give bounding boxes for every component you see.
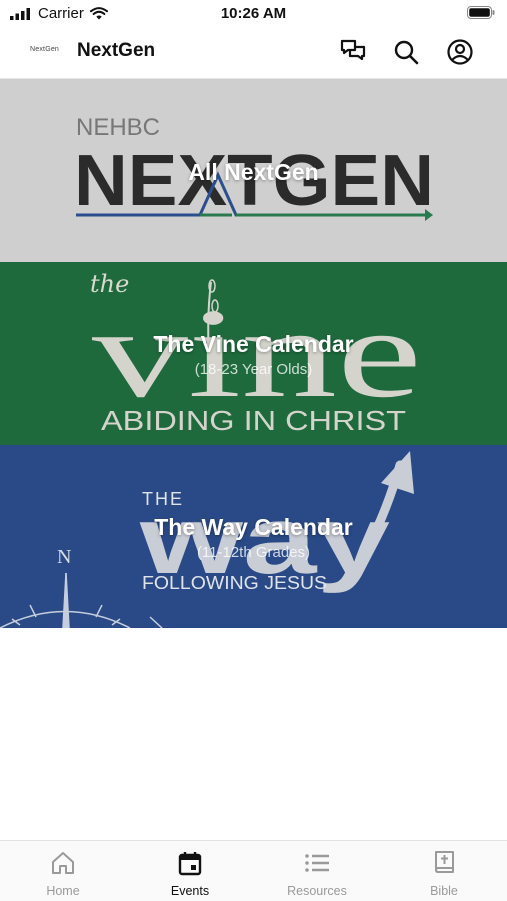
app-logo: NextGen [30, 46, 60, 53]
page-title: NextGen [77, 40, 156, 61]
banner-subtitle: (18-23 Year Olds) [194, 361, 313, 378]
banner-overlay: All NextGen [0, 79, 507, 262]
tab-resources[interactable]: Resources [254, 841, 380, 901]
account-icon [447, 39, 473, 65]
banner-title: The Vine Calendar [153, 331, 354, 357]
tab-events[interactable]: Events [127, 841, 253, 901]
tab-events-label: Events [170, 884, 210, 898]
tab-resources-label: Resources [287, 884, 347, 898]
vine-calendar-banner[interactable]: the vine ABIDING IN CHRIST The Vine Cale… [0, 262, 507, 445]
search-button[interactable] [390, 36, 422, 68]
status-right [467, 6, 495, 24]
tab-bar: Home Events Resources Bible [0, 840, 507, 901]
home-icon [52, 852, 74, 874]
list-icon [305, 854, 329, 872]
tab-bible[interactable]: Bible [381, 841, 507, 901]
status-time: 10:26 AM [220, 5, 287, 22]
account-button[interactable] [444, 36, 476, 68]
app-header: NextGen NextGen [0, 28, 507, 79]
chat-button[interactable] [337, 36, 369, 68]
all-nextgen-banner[interactable]: NEHBC NEXTGEN All NextGen [0, 79, 507, 262]
battery-icon [467, 6, 495, 19]
chat-icon [340, 39, 366, 61]
tab-home-label: Home [46, 884, 80, 898]
way-calendar-banner[interactable]: N THE way FOLLOWING JESUS The Way Calend… [0, 445, 507, 628]
banner-title: All NextGen [188, 159, 319, 185]
tab-bible-label: Bible [430, 884, 458, 898]
search-icon [394, 40, 419, 65]
banner-overlay: The Way Calendar (11-12th Grades) [0, 445, 507, 628]
banner-title: The Way Calendar [154, 514, 353, 540]
status-bar: Carrier 10:26 AM [0, 0, 507, 28]
banner-subtitle: (11-12th Grades) [196, 544, 311, 561]
banner-overlay: The Vine Calendar (18-23 Year Olds) [0, 262, 507, 445]
bible-icon [435, 851, 454, 873]
calendar-icon [178, 852, 202, 876]
tab-home[interactable]: Home [0, 841, 126, 901]
